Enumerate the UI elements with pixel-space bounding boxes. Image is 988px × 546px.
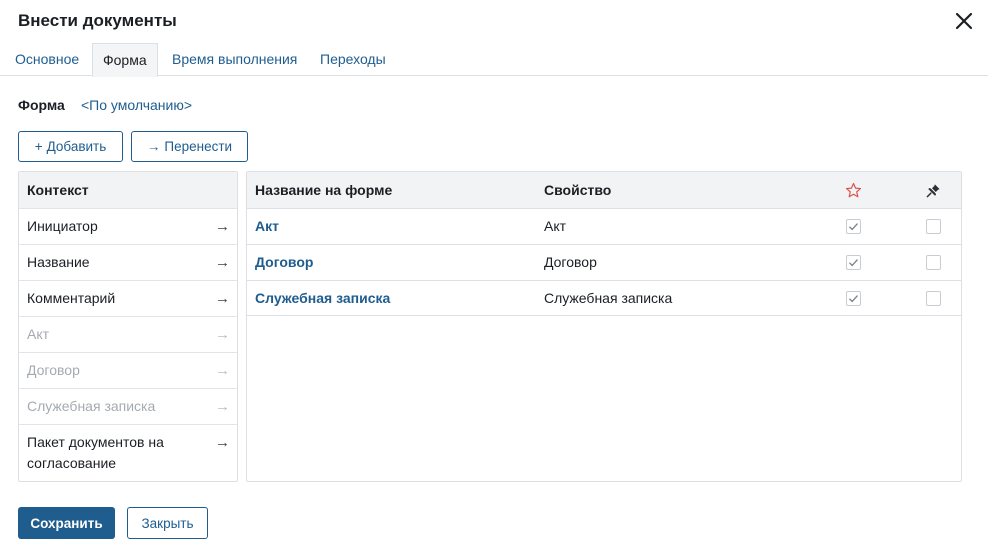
context-item-document-package[interactable]: Пакет документов на согласование → bbox=[19, 424, 237, 481]
tab-execution-time[interactable]: Время выполнения bbox=[172, 43, 297, 76]
context-item-label: Договор bbox=[27, 362, 80, 378]
field-property: Акт bbox=[544, 218, 567, 234]
tab-general[interactable]: Основное bbox=[15, 43, 79, 76]
check-icon bbox=[849, 259, 858, 267]
form-select-link[interactable]: <По умолчанию> bbox=[81, 97, 192, 113]
dialog-title: Внести документы bbox=[18, 11, 177, 30]
save-button[interactable]: Сохранить bbox=[18, 507, 115, 539]
readonly-checkbox[interactable] bbox=[926, 255, 941, 270]
arrow-right-icon: → bbox=[215, 326, 230, 343]
move-button-label: Перенести bbox=[164, 139, 233, 154]
context-header: Контекст bbox=[19, 172, 237, 208]
context-item-label: Инициатор bbox=[27, 218, 98, 234]
close-icon bbox=[955, 12, 973, 30]
readonly-checkbox[interactable] bbox=[926, 291, 941, 306]
required-checkbox[interactable] bbox=[846, 291, 861, 306]
context-item-contract: Договор → bbox=[19, 352, 237, 388]
form-label: Форма bbox=[18, 97, 65, 113]
close-button[interactable] bbox=[952, 9, 976, 33]
context-panel: Контекст Инициатор → Название → Коммента… bbox=[18, 171, 238, 482]
pin-icon bbox=[926, 184, 940, 198]
check-icon bbox=[849, 223, 858, 231]
context-item-name[interactable]: Название → bbox=[19, 244, 237, 280]
context-item-label: Название bbox=[27, 254, 90, 270]
arrow-right-icon: → bbox=[215, 218, 230, 235]
field-name-link[interactable]: Акт bbox=[255, 209, 279, 244]
tab-form[interactable]: Форма bbox=[92, 43, 158, 77]
required-checkbox[interactable] bbox=[846, 219, 861, 234]
context-item-memo: Служебная записка → bbox=[19, 388, 237, 424]
star-icon bbox=[845, 182, 862, 198]
add-button[interactable]: + Добавить bbox=[18, 131, 123, 162]
readonly-checkbox[interactable] bbox=[926, 219, 941, 234]
move-button[interactable]: → Перенести bbox=[131, 131, 248, 162]
arrow-right-icon: → bbox=[215, 398, 230, 415]
field-name-link[interactable]: Договор bbox=[255, 245, 313, 280]
context-item-label: Комментарий bbox=[27, 290, 116, 306]
field-property: Договор bbox=[544, 254, 597, 270]
add-button-label: Добавить bbox=[46, 139, 107, 154]
arrow-right-icon: → bbox=[215, 290, 230, 307]
close-dialog-button[interactable]: Закрыть bbox=[127, 507, 208, 539]
arrow-right-icon: → bbox=[215, 362, 230, 379]
arrow-right-icon: → bbox=[215, 254, 230, 271]
context-item-label: Акт bbox=[27, 326, 50, 342]
table-row: Договор Договор bbox=[247, 244, 961, 280]
required-checkbox[interactable] bbox=[846, 255, 861, 270]
context-item-act: Акт → bbox=[19, 316, 237, 352]
context-item-label: Служебная записка bbox=[27, 398, 156, 414]
context-item-label: Пакет документов на согласование bbox=[27, 434, 164, 471]
check-icon bbox=[849, 295, 858, 303]
column-header-name: Название на форме bbox=[255, 182, 393, 198]
field-property: Служебная записка bbox=[544, 290, 673, 306]
arrow-right-icon: → bbox=[215, 434, 230, 451]
tab-bar: Основное Форма Время выполнения Переходы bbox=[0, 43, 988, 77]
arrow-right-icon: → bbox=[146, 139, 161, 154]
table-row: Акт Акт bbox=[247, 208, 961, 244]
context-item-comment[interactable]: Комментарий → bbox=[19, 280, 237, 316]
form-fields-table: Название на форме Свойство Акт Акт Догов… bbox=[246, 171, 962, 482]
table-header: Название на форме Свойство bbox=[247, 172, 961, 208]
field-name-link[interactable]: Служебная записка bbox=[255, 281, 390, 316]
tab-transitions[interactable]: Переходы bbox=[320, 43, 386, 76]
context-item-initiator[interactable]: Инициатор → bbox=[19, 208, 237, 244]
table-row: Служебная записка Служебная записка bbox=[247, 280, 961, 316]
column-header-property: Свойство bbox=[544, 182, 612, 198]
plus-icon: + bbox=[34, 139, 43, 154]
